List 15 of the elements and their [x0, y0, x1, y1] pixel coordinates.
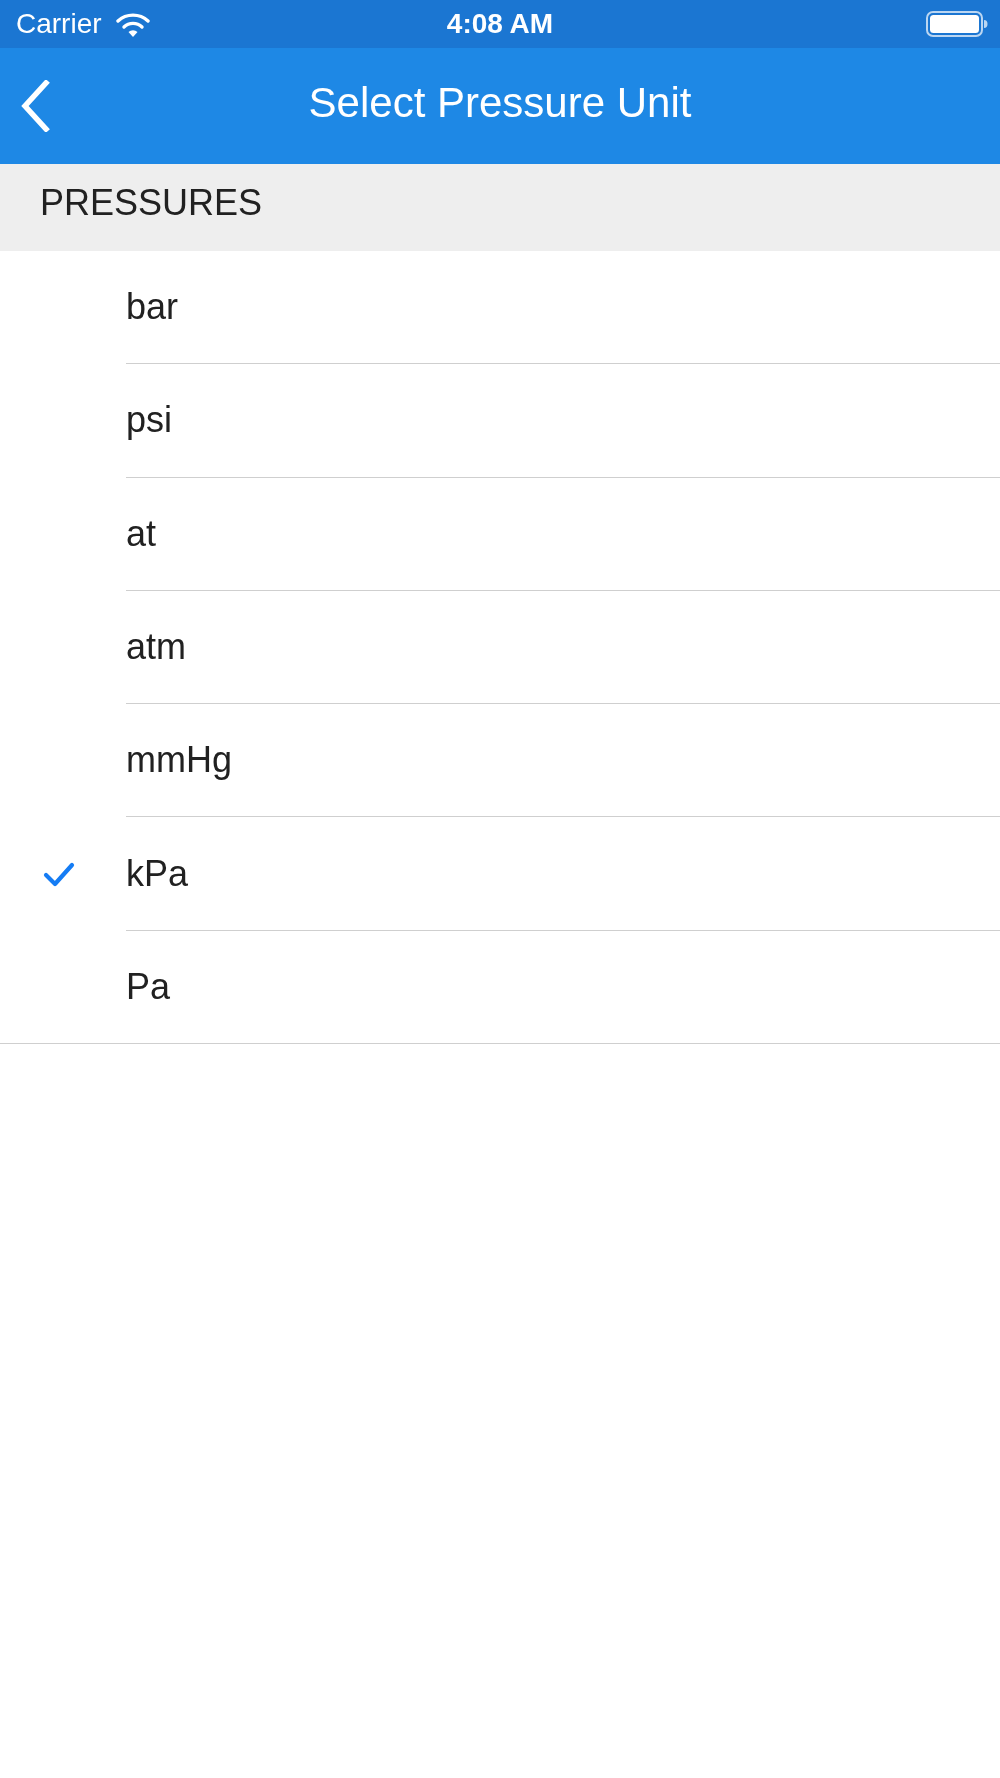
back-button[interactable] — [19, 80, 51, 132]
unit-label: psi — [126, 402, 173, 439]
carrier-label: Carrier — [16, 10, 102, 38]
unit-label: at — [126, 515, 157, 552]
unit-label: atm — [126, 629, 186, 666]
battery-icon — [926, 11, 988, 37]
unit-label: bar — [126, 289, 179, 326]
wifi-icon — [115, 11, 150, 37]
clock-time: 4:08 AM — [446, 10, 554, 38]
unit-label: mmHg — [126, 742, 232, 779]
unit-label: Pa — [126, 968, 171, 1005]
page-title: Select Pressure Unit — [308, 82, 692, 124]
back-chevron-icon — [19, 80, 51, 132]
section-title: PRESSURES — [40, 184, 263, 221]
unit-label: kPa — [126, 855, 189, 892]
